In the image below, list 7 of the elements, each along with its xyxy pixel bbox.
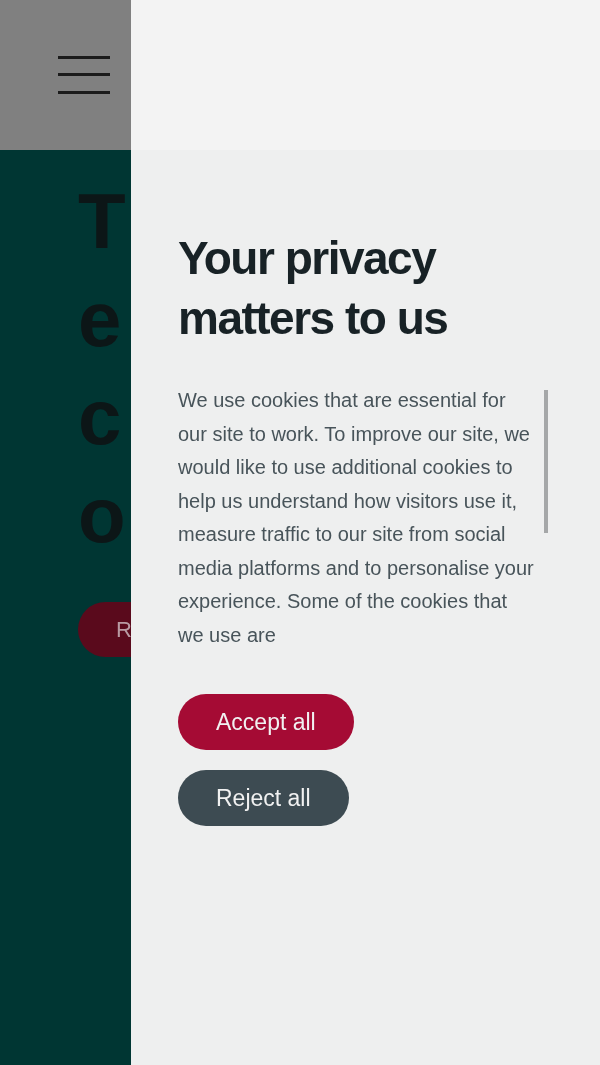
menu-icon[interactable] bbox=[58, 56, 110, 94]
scrollbar[interactable] bbox=[544, 390, 548, 533]
accept-all-button[interactable]: Accept all bbox=[178, 694, 354, 750]
dialog-body-text: We use cookies that are essential for our site to work. To improve our site, we would like to use additional cookies to help us understand how visitors use it, measure traffic to our site from social media platforms and to personalise your experience. Some of the cookies that we use are bbox=[178, 388, 535, 648]
reject-all-button[interactable]: Reject all bbox=[178, 770, 349, 826]
read-button[interactable]: R bbox=[78, 602, 131, 657]
dialog-title: Your privacy matters to us bbox=[178, 231, 449, 346]
